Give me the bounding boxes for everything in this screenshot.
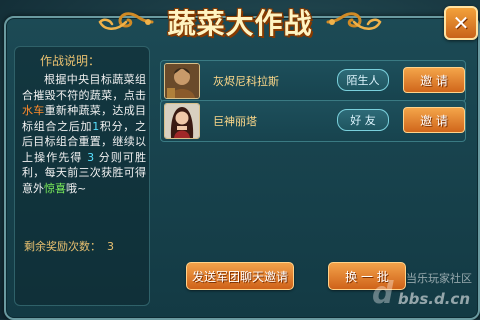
relation-badge: 好 友	[337, 109, 389, 131]
scroll-ornament-icon	[326, 12, 382, 30]
watermark-top-text: 当乐玩家社区	[406, 272, 472, 285]
rules-text-segment: 根据中央目标蔬菜组合摧毁不符的蔬菜，点击	[22, 73, 146, 102]
rules-text-segment: 惊喜	[44, 181, 66, 195]
rules-text: 根据中央目标蔬菜组合摧毁不符的蔬菜，点击水车重新种蔬菜，达成目标组合之后加1积分…	[22, 72, 146, 196]
rules-text-segment: 哦~	[66, 181, 87, 195]
invite-button[interactable]: 邀 请	[403, 107, 465, 133]
player-row: 灰烬尼科拉斯 陌生人 邀 请	[160, 60, 466, 102]
female-warrior-avatar-icon	[164, 103, 200, 139]
scroll-ornament-icon	[98, 12, 154, 30]
close-button[interactable]: ✕	[444, 6, 478, 40]
watermark-url: bbs.d.cn	[397, 290, 470, 308]
legion-chat-invite-button[interactable]: 发送军团聊天邀请	[186, 262, 294, 290]
watermark-logo: d	[372, 276, 394, 311]
reward-count: 3	[107, 240, 114, 253]
player-name: 灰烬尼科拉斯	[213, 75, 279, 88]
armored-warrior-avatar-icon	[164, 63, 200, 99]
reward-label: 剩余奖励次数：	[24, 240, 101, 253]
player-name: 巨神丽塔	[213, 115, 257, 128]
player-row: 巨神丽塔 好 友 邀 请	[160, 100, 466, 142]
close-icon: ✕	[452, 11, 470, 35]
dialog-header: 蔬菜大作战	[96, 0, 384, 44]
rules-heading: 作战说明：	[40, 54, 101, 68]
site-watermark: d 当乐玩家社区 bbs.d.cn	[372, 270, 476, 314]
rules-text-segment: 水车	[22, 104, 45, 117]
player-list: 灰烬尼科拉斯 陌生人 邀 请 巨神丽塔 好 友 邀 请	[152, 46, 472, 296]
invite-button[interactable]: 邀 请	[403, 67, 465, 93]
dialog-title: 蔬菜大作战	[167, 7, 313, 40]
relation-badge: 陌生人	[337, 69, 389, 91]
reward-count-row: 剩余奖励次数： 3	[24, 238, 114, 254]
